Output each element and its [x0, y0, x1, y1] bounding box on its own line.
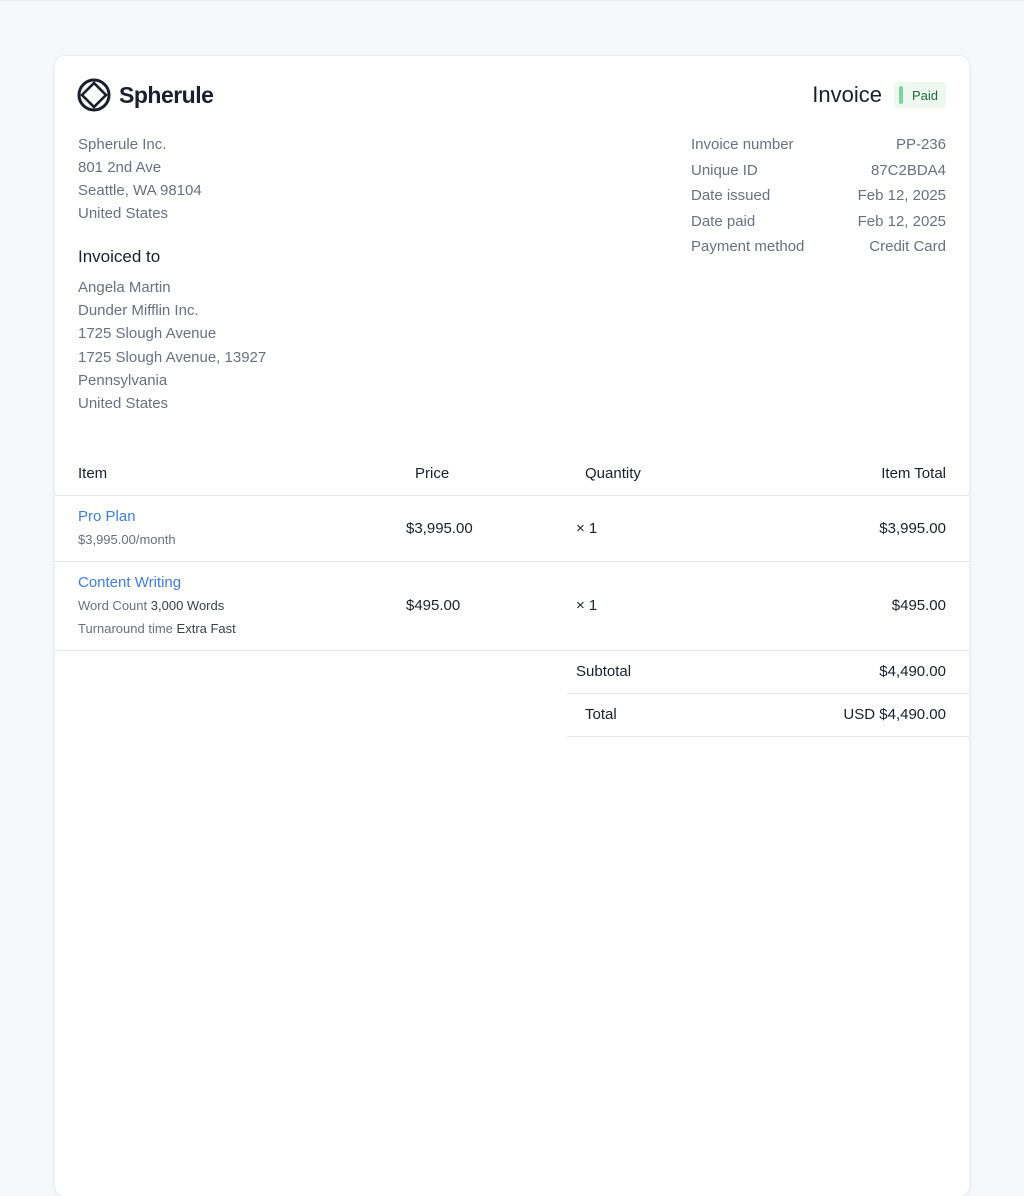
- invoice-details: Invoice number PP-236 Unique ID 87C2BDA4…: [691, 132, 946, 260]
- invoice-title: Invoice: [812, 82, 882, 107]
- item-link-pro-plan[interactable]: Pro Plan: [78, 507, 136, 527]
- invoice-card: Spherule Invoice Paid Spherule Inc. 801 …: [55, 56, 969, 1196]
- recipient-address-line: 1725 Slough Avenue, 13927: [78, 348, 267, 366]
- invoice-detail-row: Payment method Credit Card: [691, 234, 946, 260]
- item-price: $3,995.00: [406, 520, 473, 537]
- brand-name: Spherule: [119, 81, 214, 108]
- recipient-address-line: United States: [78, 395, 169, 413]
- subtotal-label: Subtotal: [576, 663, 632, 680]
- item-detail: Word Count 3,000 Words: [78, 597, 224, 615]
- status-badge: Paid: [893, 82, 946, 108]
- detail-label: Unique ID: [691, 161, 758, 179]
- sender-address-line: Spherule Inc.: [78, 136, 167, 153]
- recipient-address-line: Angela Martin: [78, 279, 171, 296]
- invoice-detail-row: Date paid Feb 12, 2025: [691, 209, 946, 235]
- spherule-logo-icon: [77, 78, 111, 112]
- table-divider: [55, 561, 969, 562]
- invoice-header: Invoice Paid: [812, 82, 946, 108]
- detail-value: 87C2BDA4: [870, 161, 946, 179]
- detail-label: Payment method: [691, 238, 805, 255]
- brand-logo: Spherule: [77, 78, 214, 112]
- summary-divider: [567, 693, 969, 694]
- top-border: [0, 0, 1024, 1]
- item-link-content-writing[interactable]: Content Writing: [78, 573, 181, 593]
- item-detail-value: Extra Fast: [176, 621, 236, 636]
- detail-label: Date issued: [691, 187, 771, 204]
- column-header-quantity: Quantity: [585, 465, 641, 482]
- item-detail-label: $3,995.00/month: [78, 532, 176, 547]
- item-detail-label: Turnaround time: [78, 621, 173, 636]
- item-detail: $3,995.00/month: [78, 531, 176, 549]
- column-header-item: Item: [78, 465, 108, 482]
- item-detail-value: 3,000 Words: [150, 598, 225, 613]
- invoice-detail-row: Unique ID 87C2BDA4: [691, 158, 946, 184]
- item-total: $495.00: [891, 597, 946, 614]
- item-quantity: × 1: [576, 597, 598, 614]
- summary-divider: [567, 736, 969, 737]
- table-divider: [55, 650, 969, 651]
- item-quantity: × 1: [576, 520, 598, 537]
- invoice-detail-row: Invoice number PP-236: [691, 132, 946, 158]
- sender-address-line: United States: [78, 205, 169, 222]
- detail-value: Feb 12, 2025: [857, 212, 946, 230]
- item-detail-label: Word Count: [78, 598, 148, 613]
- invoice-detail-row: Date issued Feb 12, 2025: [691, 183, 946, 209]
- recipient-address-line: Pennsylvania: [78, 371, 168, 389]
- column-header-item-total: Item Total: [881, 465, 946, 482]
- column-header-price: Price: [415, 465, 450, 482]
- detail-value: PP-236: [895, 136, 946, 153]
- item-total: $3,995.00: [879, 520, 946, 537]
- recipient-address-line: 1725 Slough Avenue: [78, 325, 217, 343]
- detail-value: Credit Card: [869, 238, 946, 255]
- item-detail: Turnaround time Extra Fast: [78, 620, 236, 638]
- sender-address-line: 801 2nd Ave: [78, 159, 162, 176]
- status-badge-label: Paid: [911, 87, 938, 103]
- recipient-address-line: Dunder Mifflin Inc.: [78, 302, 199, 320]
- sender-address-line: Seattle, WA 98104: [78, 182, 202, 199]
- status-indicator-icon: [898, 86, 903, 104]
- detail-label: Date paid: [691, 212, 756, 230]
- total-value: USD $4,490.00: [843, 706, 946, 723]
- sender-address: Spherule Inc. 801 2nd Ave Seattle, WA 98…: [78, 133, 202, 225]
- detail-value: Feb 12, 2025: [857, 187, 946, 204]
- detail-label: Invoice number: [691, 136, 794, 153]
- table-divider: [55, 495, 969, 496]
- item-price: $495.00: [406, 597, 461, 614]
- total-label: Total: [585, 706, 617, 723]
- invoiced-to-heading: Invoiced to: [78, 247, 161, 266]
- subtotal-value: $4,490.00: [879, 663, 946, 680]
- recipient-address: Angela Martin Dunder Mifflin Inc. 1725 S…: [78, 276, 266, 415]
